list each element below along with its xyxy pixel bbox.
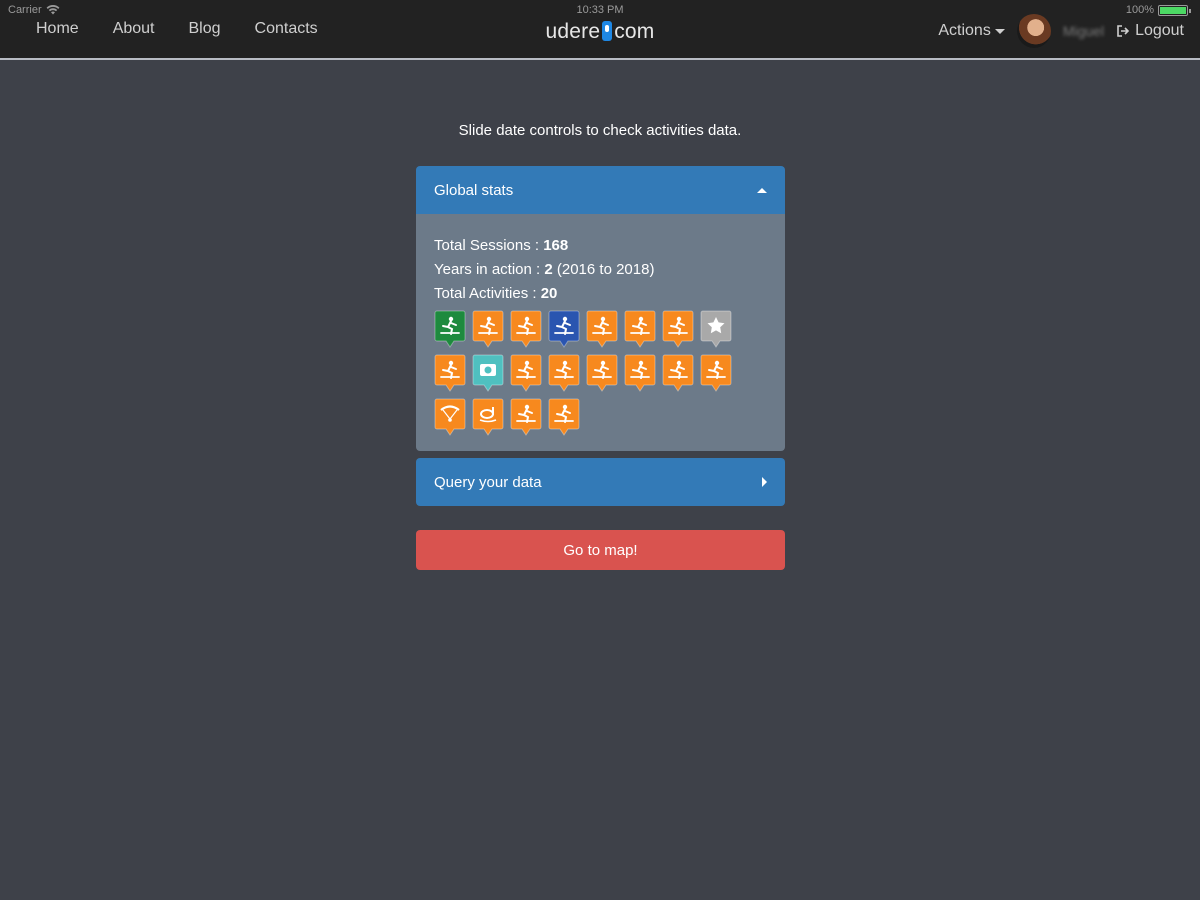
ios-status-bar: Carrier 10:33 PM 100%: [0, 0, 1200, 18]
global-stats-header[interactable]: Global stats: [416, 166, 785, 214]
username[interactable]: Miguel: [1063, 23, 1104, 39]
meditation-icon[interactable]: [548, 354, 580, 392]
date-controls-hint: Slide date controls to check activities …: [458, 122, 742, 139]
snowboard-icon[interactable]: [700, 354, 732, 392]
actions-label: Actions: [938, 22, 991, 39]
brand-text-right: com: [614, 20, 655, 43]
caret-down-icon: [994, 28, 1005, 34]
yoga-icon[interactable]: [662, 310, 694, 348]
global-stats-body: Total Sessions : 168 Years in action : 2…: [416, 214, 785, 451]
global-stats-panel: Global stats Total Sessions : 168 Years …: [416, 166, 785, 451]
total-sessions-line: Total Sessions : 168: [434, 234, 767, 258]
battery-indicator: 100%: [1125, 4, 1191, 16]
chevron-right-icon: [762, 477, 767, 487]
actions-dropdown[interactable]: Actions: [938, 22, 1005, 40]
sailing-icon[interactable]: [586, 354, 618, 392]
wakeboard-icon[interactable]: [624, 354, 656, 392]
kitesurf-icon[interactable]: [434, 310, 466, 348]
battery-icon: [1158, 4, 1191, 16]
logout-label: Logout: [1135, 22, 1184, 39]
paddleboard-icon[interactable]: [434, 354, 466, 392]
chevron-up-icon: [757, 187, 767, 193]
total-sessions-label: Total Sessions :: [434, 237, 544, 254]
status-time: 10:33 PM: [576, 4, 624, 16]
nav-user-area: Actions Miguel Logout: [938, 14, 1184, 48]
logout-icon: [1116, 24, 1130, 38]
years-in-action-line: Years in action : 2 (2016 to 2018): [434, 258, 767, 282]
years-in-action-label: Years in action :: [434, 261, 545, 278]
snorkeling-icon[interactable]: [472, 398, 504, 436]
rafting-icon[interactable]: [472, 310, 504, 348]
cross-country-ski-icon[interactable]: [510, 398, 542, 436]
global-stats-title: Global stats: [434, 181, 514, 199]
fishing-icon[interactable]: [548, 310, 580, 348]
camera-icon[interactable]: [472, 354, 504, 392]
kayak-icon[interactable]: [510, 354, 542, 392]
battery-percent: 100%: [1125, 4, 1154, 16]
years-in-action-value: 2: [544, 261, 553, 278]
running-icon[interactable]: [662, 354, 694, 392]
years-range: (2016 to 2018): [552, 261, 655, 278]
total-activities-label: Total Activities :: [434, 285, 541, 302]
total-activities-value: 20: [540, 285, 558, 302]
brand-text-left: udere: [545, 20, 601, 43]
paragliding-icon[interactable]: [434, 398, 466, 436]
query-data-title: Query your data: [434, 473, 542, 491]
logout-button[interactable]: Logout: [1116, 22, 1184, 40]
avatar[interactable]: [1016, 14, 1051, 48]
query-data-header[interactable]: Query your data: [416, 458, 785, 506]
go-to-map-button[interactable]: Go to map!: [416, 530, 785, 570]
activity-icons-grid: [434, 310, 734, 436]
total-sessions-value: 168: [543, 237, 569, 254]
stretching-icon[interactable]: [548, 398, 580, 436]
windsurf-icon[interactable]: [510, 310, 542, 348]
climbing-icon[interactable]: [624, 310, 656, 348]
query-data-panel: Query your data: [416, 458, 785, 506]
brand-mark-icon: [602, 21, 613, 41]
skiing-icon[interactable]: [586, 310, 618, 348]
total-activities-line: Total Activities : 20: [434, 282, 767, 306]
favorite-star-icon[interactable]: [700, 310, 732, 348]
